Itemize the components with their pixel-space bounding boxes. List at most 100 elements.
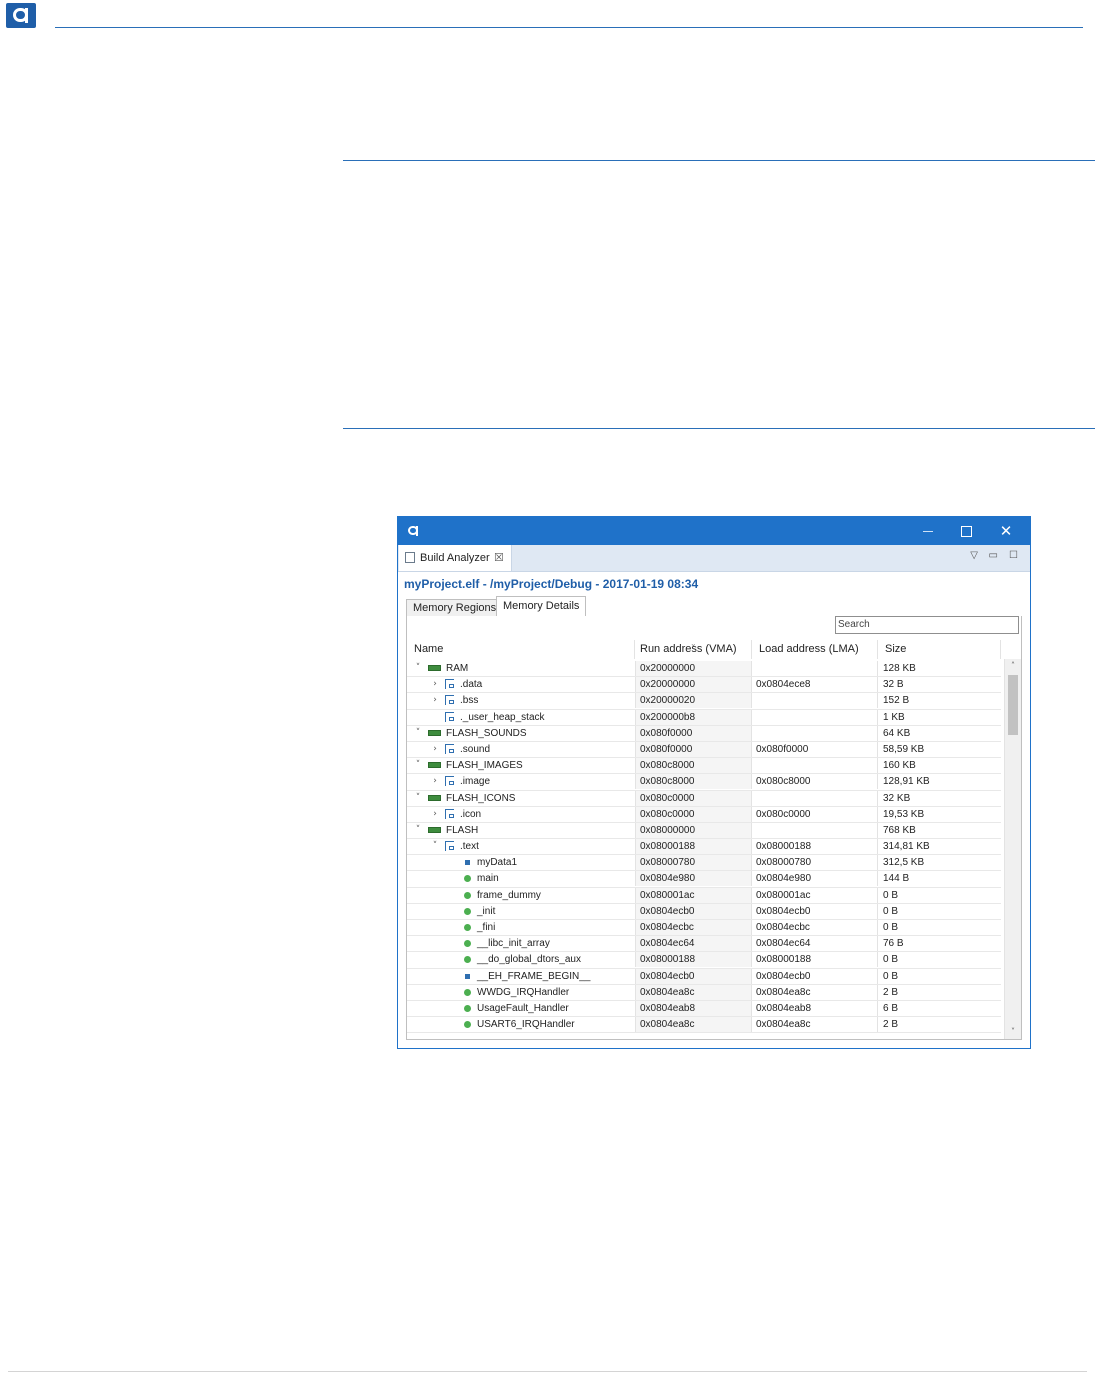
load-address-cell: 0x080c8000 <box>752 774 878 790</box>
section-icon <box>445 743 454 754</box>
load-address-cell: 0x0804ecb0 <box>752 968 878 984</box>
row-name: _fini <box>477 922 496 933</box>
scroll-down-icon[interactable]: ˅ <box>1005 1025 1021 1039</box>
scroll-up-icon[interactable]: ˄ <box>1005 659 1021 673</box>
tab-memory-details[interactable]: Memory Details <box>496 596 587 617</box>
chevron-right-icon[interactable]: › <box>430 742 440 757</box>
sort-indicator-icon: ⌄ <box>690 639 697 648</box>
size-cell: 2 B <box>883 986 899 998</box>
load-address-cell: 0x080c0000 <box>752 806 878 822</box>
run-address-cell: 0x0804eab8 <box>635 1000 752 1016</box>
function-icon <box>464 924 471 931</box>
name-cell: › .image <box>407 774 635 789</box>
run-address-cell: 0x0804ecb0 <box>635 968 752 984</box>
function-icon <box>464 907 471 915</box>
table-row[interactable]: › .icon 0x080c0000 0x080c0000 19,53 KB <box>407 806 1001 823</box>
table-row[interactable]: › .image 0x080c8000 0x080c8000 128,91 KB <box>407 774 1001 791</box>
size-cell: 152 B <box>883 695 910 707</box>
table-row[interactable]: frame_dummy 0x080001ac 0x080001ac 0 B <box>407 887 1001 904</box>
footer-rule <box>8 1371 1087 1372</box>
scrollbar-thumb[interactable] <box>1008 675 1018 735</box>
size-cell: 768 KB <box>883 824 916 836</box>
load-address-cell <box>752 790 878 806</box>
chevron-down-icon[interactable]: ˅ <box>413 726 423 741</box>
run-address-cell: 0x0804ecbc <box>635 920 752 935</box>
tab-memory-regions[interactable]: Memory Regions <box>406 599 504 616</box>
column-header-size[interactable]: Size <box>878 640 1001 659</box>
table-row[interactable]: main 0x0804e980 0x0804e980 144 B <box>407 871 1001 888</box>
chevron-right-icon[interactable]: › <box>430 693 440 708</box>
view-maximize-icon[interactable]: ☐ <box>1009 550 1018 561</box>
row-name: .bss <box>460 695 479 707</box>
memory-region-icon <box>428 665 441 671</box>
section-icon <box>445 776 454 787</box>
view-menu-icon[interactable]: ▽ <box>970 550 978 561</box>
run-address-cell: 0x0804ea8c <box>635 984 752 1000</box>
run-address-cell: 0x0804e980 <box>635 871 752 887</box>
load-address-cell: 0x080001ac <box>752 887 878 903</box>
table-row[interactable]: myData1 0x08000780 0x08000780 312,5 KB <box>407 855 1001 872</box>
size-cell: 0 B <box>883 970 899 982</box>
chevron-down-icon[interactable]: ˅ <box>413 758 423 773</box>
chevron-down-icon[interactable]: ˅ <box>413 823 423 838</box>
size-cell: 0 B <box>883 905 899 917</box>
table-row[interactable]: __libc_init_array 0x0804ec64 0x0804ec64 76 … <box>407 936 1001 953</box>
table-row[interactable]: WWDG_IRQHandler 0x0804ea8c 0x0804ea8c 2 B <box>407 984 1001 1001</box>
table-row[interactable]: › .data 0x20000000 0x0804ece8 32 B <box>407 677 1001 694</box>
table-row[interactable]: ˅ FLASH_ICONS 0x080c0000 32 KB <box>407 790 1001 807</box>
chevron-right-icon[interactable]: › <box>430 807 440 822</box>
table-row[interactable]: ˅ RAM 0x20000000 128 KB <box>407 661 1001 678</box>
name-cell: › .icon <box>407 807 635 822</box>
table-row[interactable]: USART6_IRQHandler 0x0804ea8c 0x0804ea8c 2 B <box>407 1017 1001 1034</box>
load-address-cell: 0x0804ec64 <box>752 936 878 952</box>
column-header-name[interactable]: Name <box>407 640 635 659</box>
size-cell: 128,91 KB <box>883 776 930 788</box>
table-row[interactable]: ˅ .text 0x08000188 0x08000188 314,81 KB <box>407 839 1001 856</box>
view-minimize-icon[interactable]: ▭ <box>989 550 998 561</box>
chevron-right-icon[interactable]: › <box>430 677 440 692</box>
tab-build-analyzer[interactable]: Build Analyzer ☒ <box>399 545 512 571</box>
function-icon <box>464 875 471 883</box>
maximize-button[interactable] <box>948 517 984 545</box>
load-address-cell <box>752 709 878 725</box>
table-row[interactable]: _fini 0x0804ecbc 0x0804ecbc 0 B <box>407 920 1001 937</box>
chevron-down-icon[interactable]: ˅ <box>413 661 423 676</box>
name-cell: myData1 <box>407 855 635 870</box>
load-address-cell: 0x0804eab8 <box>752 1000 878 1016</box>
row-name: frame_dummy <box>477 889 541 901</box>
row-name: main <box>477 873 499 885</box>
minimize-button[interactable] <box>910 517 946 545</box>
chevron-down-icon[interactable]: ˅ <box>430 839 440 854</box>
column-header-run-address[interactable]: ⌄ Run address (VMA) <box>635 639 752 659</box>
table-row[interactable]: UsageFault_Handler 0x0804eab8 0x0804eab8 6 … <box>407 1000 1001 1018</box>
vertical-scrollbar[interactable]: ˄ ˅ <box>1004 659 1021 1039</box>
table-row[interactable]: _init 0x0804ecb0 0x0804ecb0 0 B <box>407 903 1001 920</box>
chevron-down-icon[interactable]: ˅ <box>413 791 423 806</box>
table-row[interactable]: ˅ FLASH 0x08000000 768 KB <box>407 822 1001 840</box>
name-cell: ˅ RAM <box>407 661 635 676</box>
table-row[interactable]: ˅ FLASH_SOUNDS 0x080f0000 64 KB <box>407 725 1001 742</box>
run-address-cell: 0x08000188 <box>635 839 752 855</box>
column-header-load-address[interactable]: Load address (LMA) <box>752 640 878 659</box>
search-input[interactable]: Search <box>835 616 1019 634</box>
table-row[interactable]: › .sound 0x080f0000 0x080f0000 58,59 KB <box>407 741 1001 759</box>
chevron-right-icon[interactable]: › <box>430 774 440 789</box>
name-cell: _init <box>407 904 635 919</box>
close-tab-icon[interactable]: ☒ <box>494 545 504 571</box>
size-cell: 32 KB <box>883 792 911 804</box>
memory-region-icon <box>428 729 441 736</box>
table-row[interactable]: __EH_FRAME_BEGIN__ 0x0804ecb0 0x0804ecb0 0 … <box>407 968 1001 985</box>
function-icon <box>464 1004 471 1012</box>
function-icon <box>464 956 471 964</box>
size-cell: 1 KB <box>883 711 905 723</box>
window-titlebar[interactable]: ✕ <box>398 517 1030 545</box>
table-row[interactable]: __do_global_dtors_aux 0x08000188 0x0800018… <box>407 952 1001 969</box>
row-name: FLASH_IMAGES <box>446 760 523 772</box>
row-name: .sound <box>460 743 491 755</box>
analyzer-tabs: Memory Regions Memory Details <box>406 596 1022 617</box>
row-name: .icon <box>460 808 482 820</box>
table-row[interactable]: › .bss 0x20000020 152 B <box>407 693 1001 710</box>
table-row[interactable]: ._user_heap_stack 0x200000b8 1 KB <box>407 709 1001 726</box>
table-row[interactable]: ˅ FLASH_IMAGES 0x080c8000 160 KB <box>407 758 1001 775</box>
close-button[interactable]: ✕ <box>988 517 1024 545</box>
